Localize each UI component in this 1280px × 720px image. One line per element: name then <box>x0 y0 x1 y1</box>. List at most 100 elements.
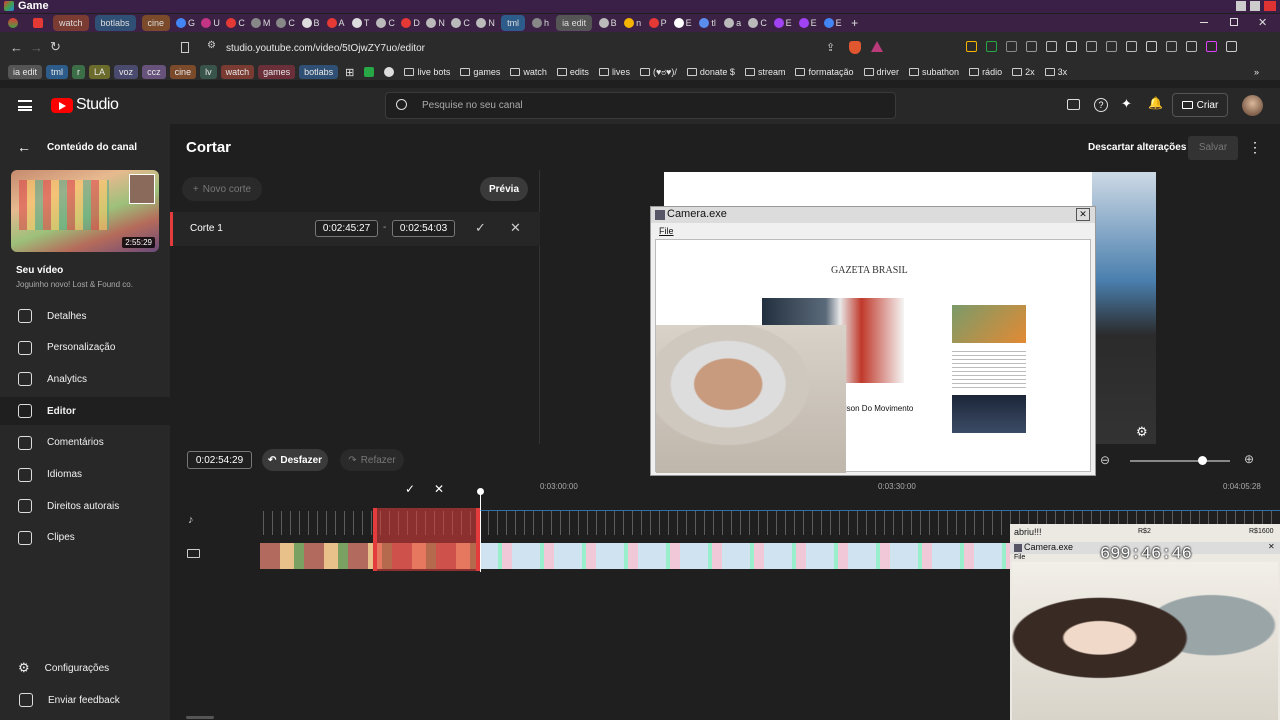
camera-menu-file[interactable]: File <box>659 226 674 236</box>
new-tab-button[interactable]: + <box>845 14 864 32</box>
playhead-time[interactable]: 0:02:54:29 <box>187 451 252 469</box>
camera-close-icon[interactable]: ✕ <box>1076 208 1090 221</box>
bookmark-item[interactable]: formatação <box>790 67 858 78</box>
site-info-icon[interactable]: ⚙ <box>207 40 216 51</box>
bookmark-tag[interactable]: games <box>258 65 296 79</box>
address-bar[interactable]: studio.youtube.com/video/5tOjwZY7uo/edit… <box>226 43 425 54</box>
confirm-trim-icon[interactable]: ✓ <box>405 482 415 496</box>
tab[interactable]: D <box>398 14 423 32</box>
tab[interactable]: C <box>223 14 248 32</box>
bookmark-tag[interactable]: LA <box>89 65 111 79</box>
extension-icon[interactable] <box>1066 41 1077 52</box>
extension-icon[interactable] <box>1046 41 1057 52</box>
tab[interactable]: C <box>448 14 473 32</box>
more-options-icon[interactable]: ⋮ <box>1248 139 1262 156</box>
close-window-button[interactable] <box>1264 1 1276 11</box>
comment-icon[interactable] <box>1067 99 1080 110</box>
redo-button[interactable]: ↷ Refazer <box>340 449 404 471</box>
cancel-trim-icon[interactable]: ✕ <box>434 482 444 496</box>
extension-icon[interactable] <box>966 41 977 52</box>
back-icon[interactable]: ← <box>10 40 23 55</box>
extension-icon[interactable] <box>1026 41 1037 52</box>
tab-group-botlabs[interactable]: botlabs <box>94 15 136 31</box>
tab[interactable]: A <box>323 14 348 32</box>
nav-personaliza--o[interactable]: Personalização <box>0 334 170 362</box>
apps-grid-icon[interactable]: ⊞ <box>340 66 359 79</box>
zoom-out-icon[interactable]: ⊖ <box>1100 453 1110 467</box>
tab[interactable]: tl <box>695 14 720 32</box>
more-bookmarks-icon[interactable]: » <box>1249 67 1264 77</box>
bookmark-item[interactable]: edits <box>552 67 594 78</box>
bookmark-tag[interactable]: watch <box>220 65 255 79</box>
tab-group-watch[interactable]: watch <box>53 15 89 31</box>
webcam-menu-file[interactable]: File <box>1014 554 1025 561</box>
extension-icon[interactable] <box>1006 41 1017 52</box>
tab[interactable] <box>25 14 50 32</box>
tab[interactable]: P <box>645 14 670 32</box>
bookmark-item[interactable]: driver <box>859 67 905 78</box>
forward-icon[interactable]: → <box>30 40 43 55</box>
bookmark-tag[interactable]: ccz <box>142 65 166 79</box>
minimize-button[interactable] <box>1236 1 1246 11</box>
extension-icon[interactable] <box>1166 41 1177 52</box>
share-icon[interactable]: ⇪ <box>826 41 835 54</box>
zoom-slider[interactable] <box>1130 456 1230 465</box>
github-icon[interactable] <box>379 67 399 77</box>
discard-changes-button[interactable]: Descartar alterações <box>1088 142 1186 153</box>
bookmark-item[interactable]: donate $ <box>682 67 740 78</box>
tab[interactable]: C <box>273 14 298 32</box>
tab[interactable] <box>0 14 25 32</box>
tab[interactable]: N <box>423 14 448 32</box>
tab[interactable]: E <box>770 14 795 32</box>
channel-search[interactable]: Pesquise no seu canal <box>385 92 896 119</box>
bookmark-item[interactable]: 3x <box>1040 67 1073 78</box>
brave-shield-icon[interactable] <box>849 41 861 54</box>
bookmark-tag[interactable]: r <box>72 65 86 79</box>
tab[interactable]: n <box>620 14 645 32</box>
tab[interactable]: N <box>473 14 498 32</box>
tab[interactable]: G <box>173 14 198 32</box>
video-thumbnail[interactable]: 2:55:29 <box>11 170 159 252</box>
reload-icon[interactable]: ↻ <box>50 39 61 55</box>
restore-icon[interactable] <box>1230 18 1238 26</box>
nav-detalhes[interactable]: Detalhes <box>0 302 170 330</box>
nav-direitos-autorais[interactable]: Direitos autorais <box>0 492 170 520</box>
tab[interactable]: B <box>298 14 323 32</box>
confirm-cut-icon[interactable]: ✓ <box>475 220 486 236</box>
playhead-handle[interactable] <box>477 488 484 495</box>
bookmark-item[interactable]: rádio <box>964 67 1007 78</box>
new-cut-button[interactable]: + Novo corte <box>182 177 262 201</box>
youtube-logo-icon[interactable] <box>51 98 73 113</box>
bookmark-tag[interactable]: botlabs <box>299 65 339 79</box>
bookmark-item[interactable]: games <box>455 67 505 78</box>
notification-icon[interactable]: 🔔 <box>1148 96 1163 110</box>
preview-button[interactable]: Prévia <box>480 177 528 201</box>
webcam-close-icon[interactable]: ✕ <box>1268 542 1275 551</box>
cut-start-input[interactable]: 0:02:45:27 <box>315 220 378 237</box>
tab[interactable]: T <box>348 14 373 32</box>
back-to-content[interactable]: ← Conteúdo do canal <box>0 136 170 160</box>
cut-region[interactable] <box>373 508 480 571</box>
minimize-icon[interactable] <box>1200 22 1208 23</box>
help-icon[interactable]: ? <box>1094 98 1108 112</box>
search-input[interactable]: Pesquise no seu canal <box>422 100 523 111</box>
close-icon[interactable]: ✕ <box>1258 16 1267 29</box>
extension-icon[interactable] <box>1126 41 1137 52</box>
tab-group-ia-edit[interactable]: ia edit <box>556 15 593 31</box>
bookmark-icon[interactable] <box>181 42 189 53</box>
cut-end-input[interactable]: 0:02:54:03 <box>392 220 455 237</box>
menu-icon[interactable] <box>18 100 32 111</box>
bookmark-item[interactable]: live bots <box>399 67 455 78</box>
nav-clipes[interactable]: Clipes <box>0 524 170 552</box>
horizontal-scrollbar[interactable] <box>186 716 214 719</box>
extension-icon[interactable] <box>1206 41 1217 52</box>
bookmark-tag[interactable]: cine <box>169 65 197 79</box>
extension-icon[interactable] <box>1086 41 1097 52</box>
tab[interactable]: C <box>373 14 398 32</box>
tab[interactable]: h <box>528 14 553 32</box>
bookmark-item[interactable]: (♥ಠ♥)/ <box>635 67 682 78</box>
nav-settings[interactable]: ⚙ Configurações <box>0 654 170 682</box>
nav-feedback[interactable]: Enviar feedback <box>0 686 170 714</box>
extension-icon[interactable] <box>986 41 997 52</box>
undo-button[interactable]: ↶ Desfazer <box>262 449 328 471</box>
